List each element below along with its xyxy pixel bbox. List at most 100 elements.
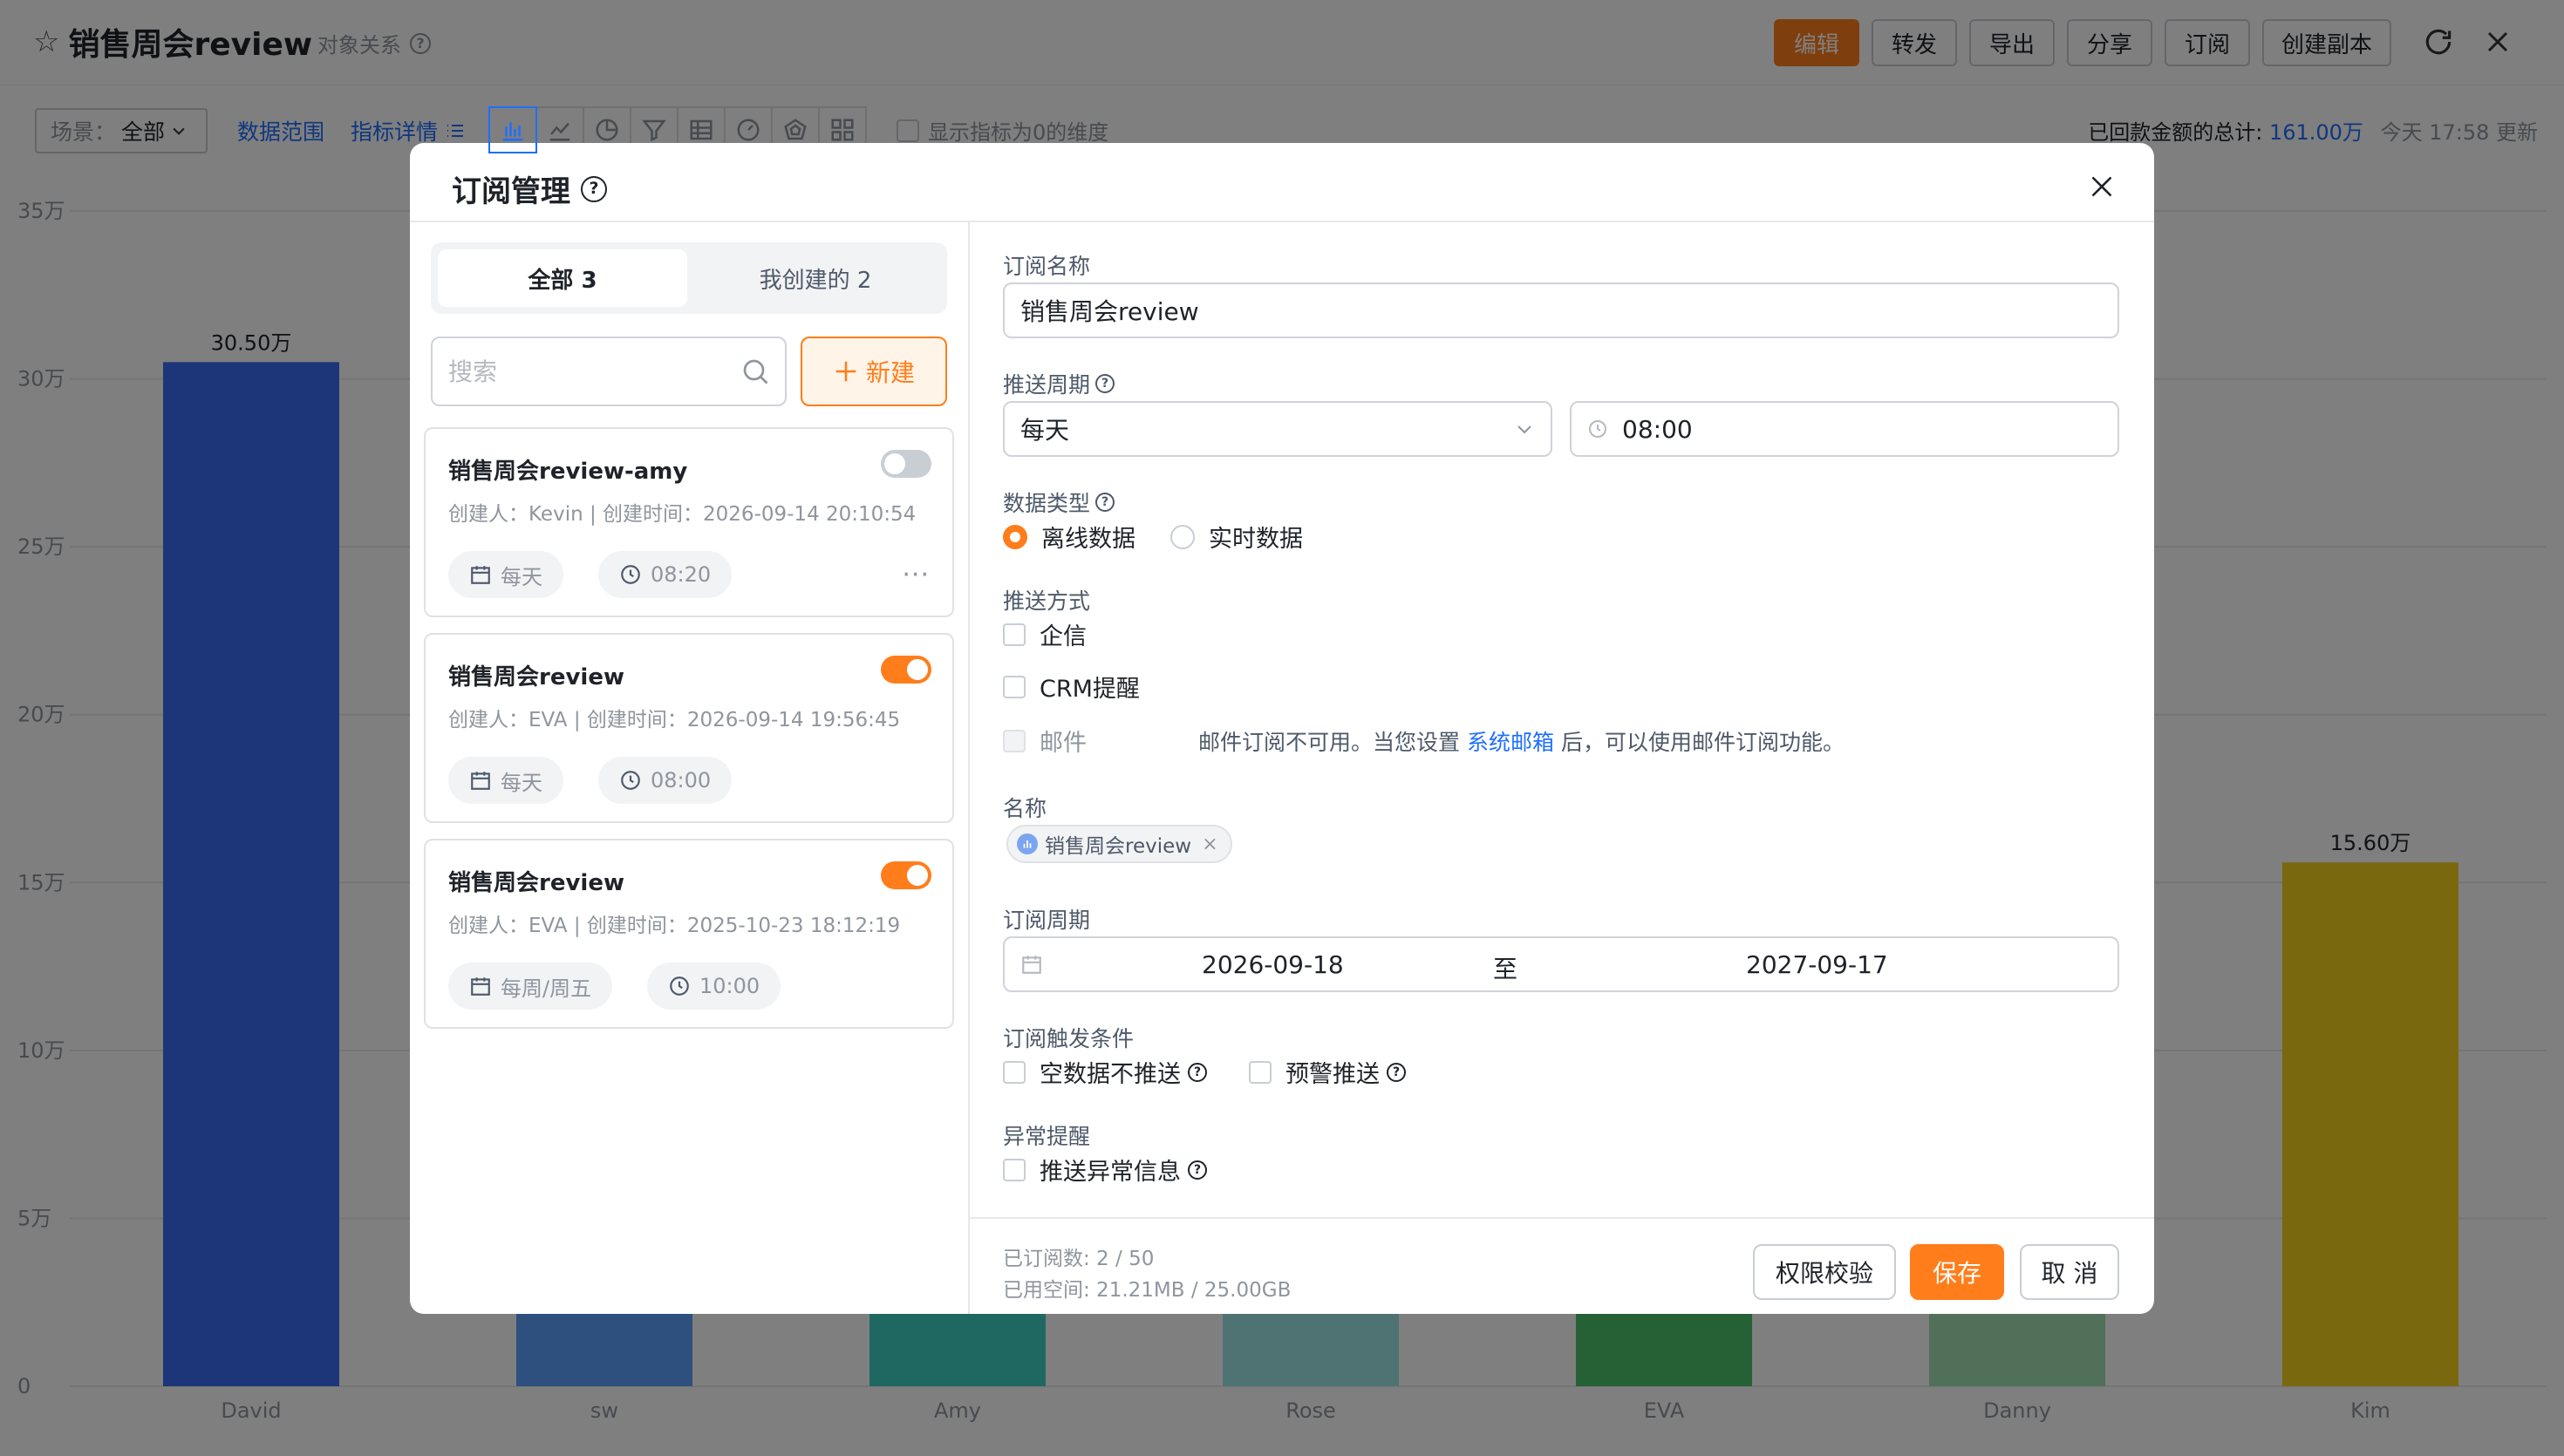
push-method-label: 推送方式 [1003, 589, 1091, 614]
push-cycle-value: 每天 [1020, 416, 1070, 445]
help-icon[interactable]: ? [1188, 1160, 1207, 1180]
clock-icon [621, 565, 640, 584]
clock-icon [670, 976, 689, 996]
more-icon[interactable]: ··· [902, 560, 930, 590]
used-space: 已用空间: 21.21MB / 25.00GB [1003, 1279, 1292, 1302]
checkbox[interactable] [1249, 1060, 1272, 1084]
enable-toggle[interactable] [881, 861, 931, 889]
help-icon[interactable]: ? [1188, 1062, 1207, 1082]
enable-toggle[interactable] [881, 450, 931, 478]
bar-chart-icon[interactable] [488, 106, 537, 153]
subscription-name-input[interactable]: 销售周会review [1003, 282, 2119, 338]
push-wecom-label: 企信 [1040, 623, 1087, 650]
cycle-text: 每周/周五 [501, 976, 592, 1001]
abnormal-label: 异常提醒 [1003, 1124, 1091, 1149]
trigger-alert-option[interactable]: 预警推送 ? [1249, 1055, 1406, 1089]
period-start[interactable]: 2026-09-18 [1202, 950, 1344, 979]
tab-all[interactable]: 全部 3 [438, 249, 687, 307]
push-crm-option[interactable]: CRM提醒 [1003, 670, 1140, 704]
push-wecom-option[interactable]: 企信 [1003, 617, 1087, 651]
push-time-input[interactable]: 08:00 [1570, 401, 2119, 457]
cycle-pill: 每周/周五 [448, 963, 613, 1010]
subscription-card[interactable]: 销售周会review-amy 创建人：Kevin | 创建时间：2026-09-… [424, 427, 954, 617]
tab-mine[interactable]: 我创建的 2 [691, 249, 940, 307]
radio-realtime-label: 实时数据 [1209, 526, 1303, 553]
trigger-alert-label: 预警推送 [1285, 1061, 1380, 1088]
checkbox[interactable] [1003, 675, 1026, 698]
calendar-icon [471, 772, 490, 790]
checkbox[interactable] [1003, 1060, 1026, 1084]
chart-icon [1017, 833, 1038, 854]
clock-icon [1589, 420, 1606, 438]
time-pill: 10:00 [647, 963, 781, 1010]
search-field[interactable] [448, 357, 727, 386]
time-text: 08:20 [651, 562, 712, 587]
card-meta: 创建人：EVA | 创建时间：2025-10-23 18:12:19 [448, 915, 901, 937]
radio-offline-label: 离线数据 [1041, 526, 1135, 553]
radio-offline[interactable]: 离线数据 [1003, 520, 1135, 554]
period-label: 订阅周期 [1003, 908, 1091, 933]
card-meta: 创建人：Kevin | 创建时间：2026-09-14 20:10:54 [448, 503, 917, 526]
abnormal-push-label: 推送异常信息 [1040, 1159, 1181, 1186]
subscription-tabs: 全部 3 我创建的 2 [431, 242, 947, 314]
mail-note-suffix: 后，可以使用邮件订阅功能。 [1560, 730, 1845, 755]
cycle-pill: 每天 [448, 757, 563, 804]
target-name-label: 名称 [1003, 796, 1047, 821]
divider [970, 1217, 2154, 1219]
card-meta: 创建人：EVA | 创建时间：2026-09-14 19:56:45 [448, 709, 901, 731]
card-title: 销售周会review [448, 664, 624, 691]
help-icon[interactable]: ? [1387, 1062, 1406, 1082]
push-cycle-label: 推送周期 ? [1003, 368, 1115, 399]
data-type-label: 数据类型 ? [1003, 486, 1115, 518]
search-icon [743, 359, 768, 384]
target-tag: 销售周会review × [1006, 825, 1232, 863]
divider [968, 222, 970, 1314]
subscription-dialog: 订阅管理 ? 全部 3 我创建的 2 新建 销售周会review-amy 创建人… [410, 143, 2154, 1314]
checkbox[interactable] [1003, 623, 1026, 646]
period-end[interactable]: 2027-09-17 [1746, 950, 1888, 979]
subscribed-count: 已订阅数: 2 / 50 [1003, 1248, 1155, 1270]
push-mail-option: 邮件 [1003, 724, 1087, 758]
trigger-empty-label: 空数据不推送 [1040, 1061, 1181, 1088]
radio-realtime[interactable]: 实时数据 [1170, 520, 1303, 554]
cycle-text: 每天 [501, 564, 542, 589]
time-text: 08:00 [651, 768, 712, 793]
new-subscription-button[interactable]: 新建 [801, 337, 947, 406]
push-cycle-select[interactable]: 每天 [1003, 401, 1552, 457]
period-separator: 至 [1493, 955, 1518, 983]
system-mail-link[interactable]: 系统邮箱 [1467, 730, 1554, 755]
time-text: 10:00 [699, 974, 760, 998]
mail-note-prefix: 邮件订阅不可用。当您设置 [1198, 730, 1461, 755]
permission-check-button[interactable]: 权限校验 [1753, 1244, 1896, 1300]
radio-button[interactable] [1170, 524, 1195, 549]
help-icon[interactable]: ? [581, 175, 607, 202]
trigger-label: 订阅触发条件 [1003, 1026, 1135, 1051]
clock-icon [621, 771, 640, 790]
tag-remove-icon[interactable]: × [1202, 833, 1217, 855]
trigger-empty-option[interactable]: 空数据不推送 ? [1003, 1055, 1207, 1089]
cycle-pill: 每天 [448, 551, 563, 598]
checkbox-disabled [1003, 729, 1026, 752]
plus-icon [835, 361, 856, 382]
push-crm-label: CRM提醒 [1040, 676, 1140, 703]
checkbox[interactable] [1003, 1158, 1026, 1181]
calendar-icon [471, 566, 490, 584]
search-input[interactable] [431, 337, 787, 406]
subscription-card[interactable]: 销售周会review 创建人：EVA | 创建时间：2026-09-14 19:… [424, 633, 954, 823]
push-cycle-label-text: 推送周期 [1003, 372, 1091, 398]
abnormal-push-option[interactable]: 推送异常信息 ? [1003, 1153, 1207, 1187]
period-range-picker[interactable]: 2026-09-18 至 2027-09-17 [1003, 936, 2119, 992]
help-icon[interactable]: ? [1095, 493, 1115, 512]
enable-toggle[interactable] [881, 656, 931, 684]
dialog-title-text: 订阅管理 [452, 174, 570, 209]
help-icon[interactable]: ? [1095, 374, 1115, 393]
target-tag-text: 销售周会review [1045, 835, 1192, 858]
subscription-card[interactable]: 销售周会review 创建人：EVA | 创建时间：2025-10-23 18:… [424, 839, 954, 1029]
dialog-close-icon[interactable] [2084, 169, 2119, 204]
radio-button[interactable] [1003, 524, 1027, 549]
card-title: 销售周会review [448, 870, 624, 896]
cancel-button[interactable]: 取 消 [2020, 1244, 2119, 1300]
chevron-down-icon [1517, 425, 1531, 434]
save-button[interactable]: 保存 [1910, 1244, 2004, 1300]
cycle-text: 每天 [501, 770, 542, 795]
